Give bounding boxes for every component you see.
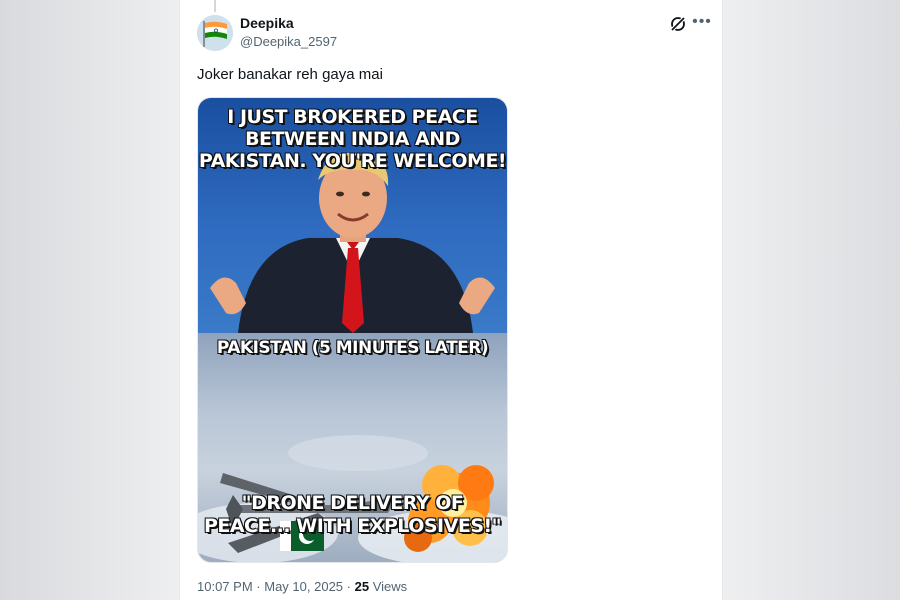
post-date[interactable]: May 10, 2025 <box>264 579 343 594</box>
avatar[interactable] <box>197 15 233 51</box>
separator-dot: · <box>346 579 351 594</box>
post-time[interactable]: 10:07 PM <box>197 579 253 594</box>
tweet-text: Joker banakar reh gaya mai <box>197 66 383 83</box>
post-timestamp: 10:07 PM · May 10, 2025 · 25 Views <box>197 579 407 594</box>
meme-bottom-caption: "DRONE DELIVERY OF PEACE... WITH EXPLOSI… <box>203 492 502 537</box>
views-label: Views <box>372 579 408 594</box>
display-name[interactable]: Deepika <box>240 15 294 31</box>
meme-top-caption: I JUST BROKERED PEACE BETWEEN INDIA AND … <box>198 106 507 172</box>
meme-middle-caption: PAKISTAN (5 MINUTES LATER) <box>216 338 489 358</box>
more-icon[interactable]: ••• <box>690 12 714 36</box>
media-image[interactable]: I JUST BROKERED PEACE BETWEEN INDIA AND … <box>197 97 508 563</box>
thread-line <box>214 0 216 12</box>
views-count: 25 <box>354 579 370 594</box>
india-flag-avatar-icon <box>197 15 233 51</box>
user-handle[interactable]: @Deepika_2597 <box>240 34 337 49</box>
grok-icon[interactable] <box>668 14 688 34</box>
separator-dot: · <box>256 579 261 594</box>
